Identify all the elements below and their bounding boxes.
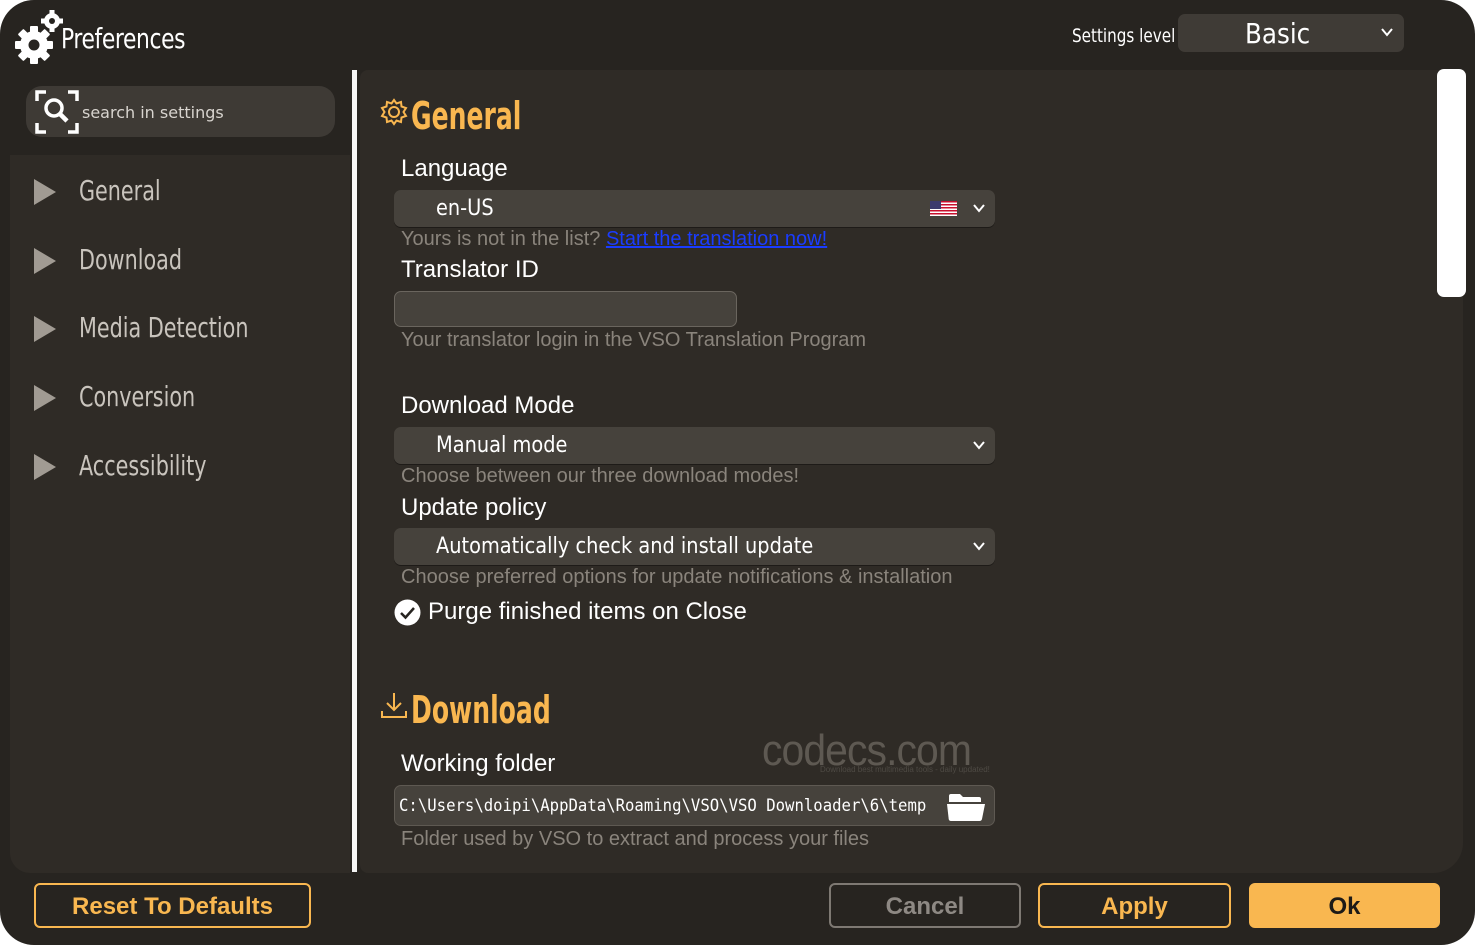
language-hint-text: Yours is not in the list?	[401, 228, 601, 250]
preferences-window: Preferences Settings level Basic General	[0, 0, 1475, 945]
gears-icon	[15, 10, 63, 64]
working-folder-hint: Folder used by VSO to extract and proces…	[401, 828, 869, 850]
section-title-download: Download	[411, 688, 551, 732]
translator-id-field[interactable]	[394, 291, 737, 327]
play-arrow-icon	[34, 385, 56, 411]
apply-label: Apply	[1101, 893, 1168, 920]
window-title: Preferences	[61, 22, 186, 55]
purge-label[interactable]: Purge finished items on Close	[428, 598, 747, 626]
search-input[interactable]	[82, 101, 322, 123]
reset-defaults-label: Reset To Defaults	[72, 893, 273, 920]
download-mode-dropdown[interactable]: Manual mode	[394, 427, 995, 464]
sidebar-item-media-detection[interactable]: Media Detection	[10, 300, 350, 356]
settings-level-value: Basic	[1245, 17, 1311, 50]
folder-open-icon[interactable]	[946, 791, 986, 822]
translator-id-hint: Your translator login in the VSO Transla…	[401, 329, 867, 351]
sidebar-item-accessibility[interactable]: Accessibility	[10, 438, 350, 494]
ok-button[interactable]: Ok	[1249, 883, 1440, 928]
update-policy-hint: Choose preferred options for update noti…	[401, 566, 953, 588]
start-translation-link[interactable]: Start the translation now!	[606, 228, 827, 250]
language-label: Language	[401, 155, 508, 182]
watermark-subtext: Download best multimedia tools - daily u…	[820, 765, 990, 774]
play-arrow-icon	[34, 316, 56, 342]
play-arrow-icon	[34, 454, 56, 480]
cancel-label: Cancel	[885, 893, 965, 920]
language-hint: Yours is not in the list? Start the tran…	[401, 228, 827, 251]
language-value: en-US	[436, 196, 494, 221]
download-mode-label: Download Mode	[401, 392, 575, 419]
download-icon	[381, 693, 407, 718]
language-dropdown[interactable]: en-US	[394, 190, 995, 227]
search-icon	[35, 90, 79, 134]
sidebar-item-download[interactable]: Download	[10, 232, 350, 288]
sidebar-item-label: Accessibility	[79, 449, 207, 482]
play-arrow-icon	[34, 248, 56, 274]
play-arrow-icon	[34, 179, 56, 205]
cancel-button[interactable]: Cancel	[829, 883, 1021, 928]
working-folder-label: Working folder	[401, 750, 556, 777]
chevron-down-icon	[973, 204, 985, 213]
chevron-down-icon	[973, 542, 985, 551]
working-folder-path: C:\Users\doipi\AppData\Roaming\VSO\VSO D…	[399, 796, 927, 816]
reset-defaults-button[interactable]: Reset To Defaults	[34, 883, 311, 928]
search-box[interactable]	[26, 86, 335, 137]
gear-outline-icon	[380, 98, 408, 126]
sidebar-item-label: Media Detection	[79, 311, 249, 344]
download-mode-value: Manual mode	[436, 433, 568, 458]
update-policy-dropdown[interactable]: Automatically check and install update	[394, 528, 995, 565]
sidebar-item-conversion[interactable]: Conversion	[10, 369, 350, 425]
ok-label: Ok	[1328, 893, 1361, 920]
sidebar-item-label: Conversion	[79, 380, 196, 413]
settings-level-dropdown[interactable]: Basic	[1178, 14, 1404, 52]
panel-divider[interactable]	[352, 70, 357, 872]
section-title-general: General	[411, 94, 522, 138]
working-folder-field[interactable]: C:\Users\doipi\AppData\Roaming\VSO\VSO D…	[394, 785, 995, 826]
us-flag-icon	[930, 201, 957, 216]
chevron-down-icon	[1381, 28, 1393, 37]
scrollbar-thumb[interactable]	[1437, 69, 1466, 297]
translator-id-label: Translator ID	[401, 256, 539, 283]
sidebar-item-general[interactable]: General	[10, 163, 350, 219]
chevron-down-icon	[973, 441, 985, 450]
apply-button[interactable]: Apply	[1038, 883, 1231, 928]
sidebar-item-label: General	[79, 174, 161, 207]
sidebar: General Download Media Detection Convers…	[10, 155, 350, 873]
update-policy-label: Update policy	[401, 494, 547, 521]
update-policy-value: Automatically check and install update	[436, 534, 814, 559]
download-mode-hint: Choose between our three download modes!	[401, 465, 800, 487]
settings-level-label: Settings level	[1072, 25, 1176, 47]
purge-checkbox[interactable]	[394, 599, 421, 626]
sidebar-item-label: Download	[79, 243, 182, 276]
